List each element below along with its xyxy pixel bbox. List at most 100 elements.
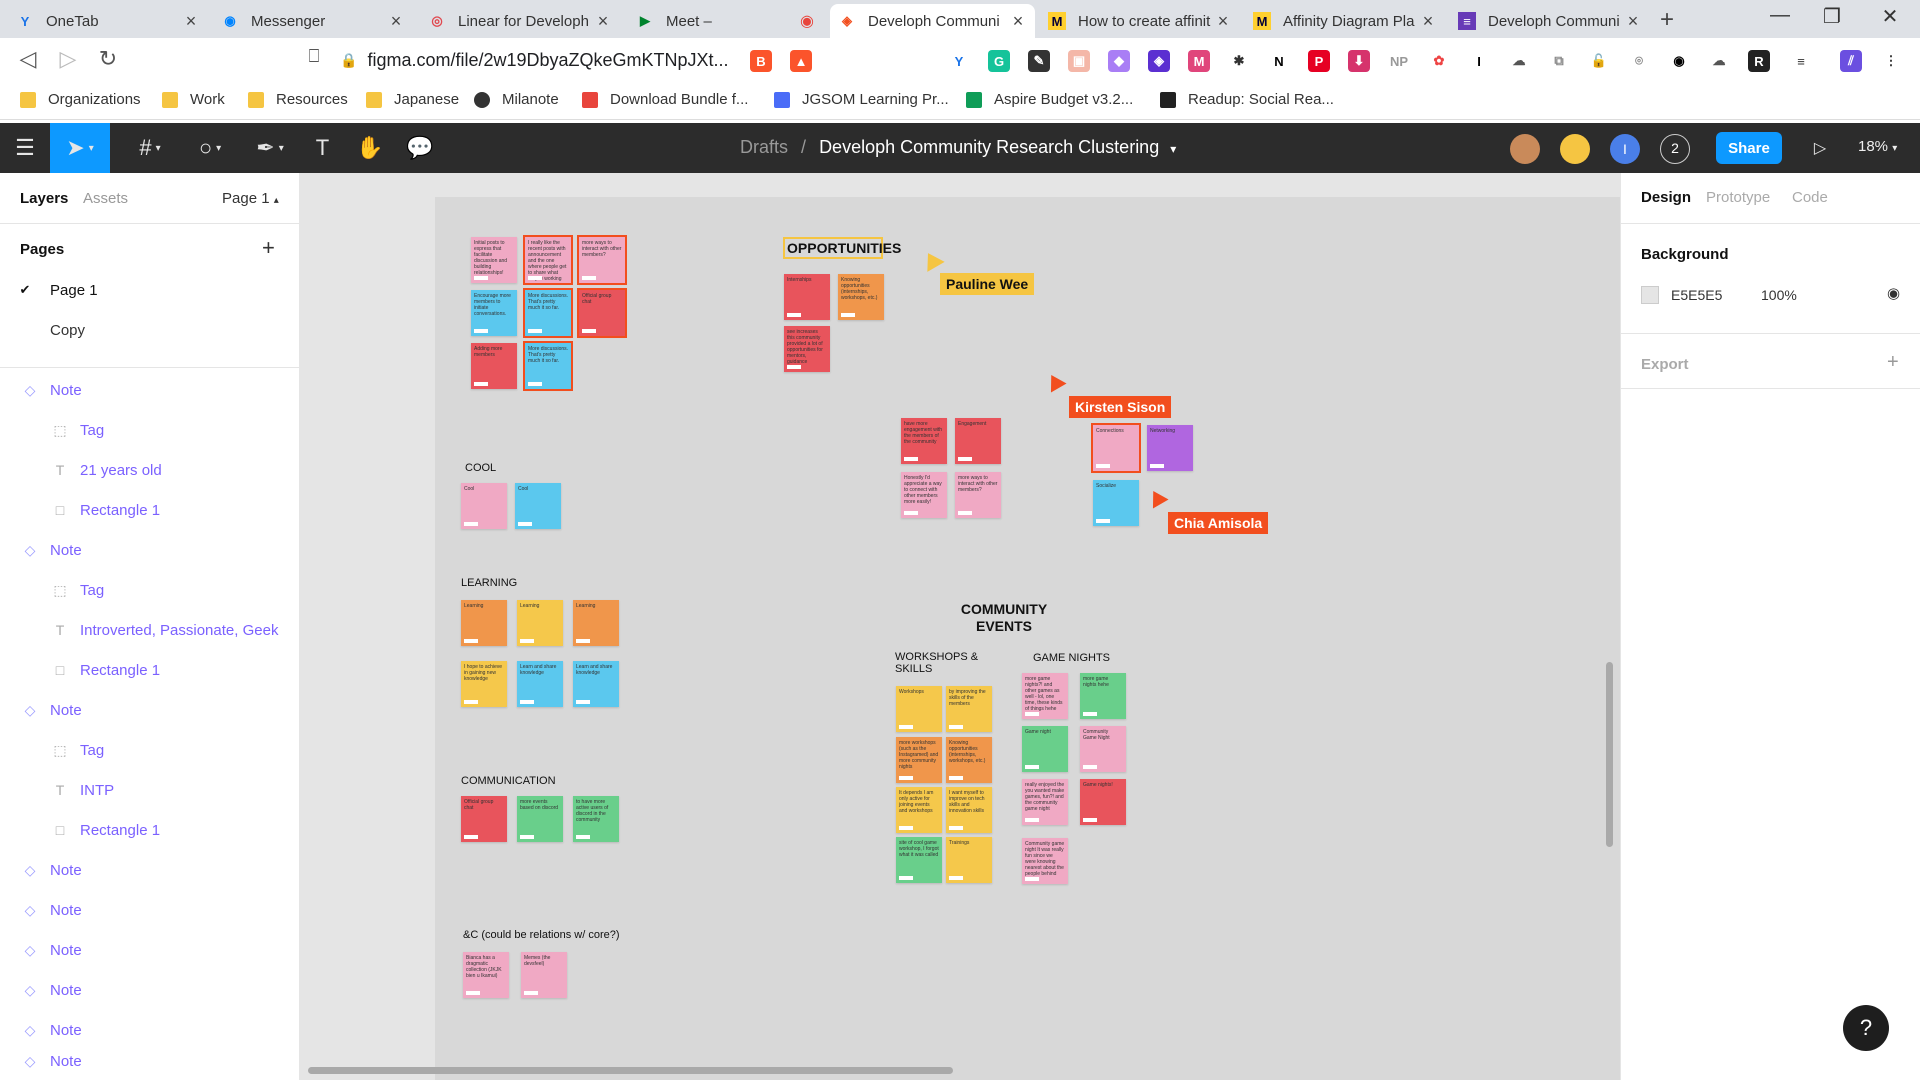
close-icon[interactable]: ×	[594, 11, 612, 32]
pen-tool-icon[interactable]: ✒ ▾	[240, 123, 300, 173]
sticky-note[interactable]: Trainings	[946, 837, 992, 883]
layer-item[interactable]: T Introverted, Passionate, Geek	[0, 610, 300, 650]
sticky-note[interactable]: Knowing opportunities (internships, work…	[838, 274, 884, 320]
layer-item[interactable]: □ Rectangle 1	[0, 650, 300, 690]
page-item[interactable]: ✔ Page 1	[0, 270, 300, 310]
page-item[interactable]: Copy	[0, 310, 300, 350]
extension-cloud2-icon[interactable]: ☁	[1708, 50, 1730, 72]
extension-purple-icon[interactable]: ◆	[1108, 50, 1130, 72]
sticky-note[interactable]: More discussions. That's pretty much it …	[523, 341, 573, 391]
sticky-note[interactable]: have more engagement with the members of…	[901, 418, 947, 464]
sticky-note[interactable]: more game nights hehe	[1080, 673, 1126, 719]
sticky-note[interactable]: Networking	[1147, 425, 1193, 471]
extension-i-icon[interactable]: I	[1468, 50, 1490, 72]
sticky-note[interactable]: to have more active users of discord in …	[573, 796, 619, 842]
sticky-note[interactable]: Adding more members	[471, 343, 517, 389]
bookmark-milanote[interactable]: Milanote	[474, 91, 559, 108]
sticky-note[interactable]: I really like the recent posts with anno…	[523, 235, 573, 285]
tab-linear[interactable]: ◎ Linear for Developh ×	[420, 4, 620, 38]
zoom-selector[interactable]: 18% ▾	[1858, 138, 1897, 155]
extension-star-icon[interactable]: ✱	[1228, 50, 1250, 72]
close-icon[interactable]: ×	[1419, 11, 1437, 32]
layer-item[interactable]: ◇ Note	[0, 1043, 300, 1079]
screenshot-icon[interactable]: ▣	[1068, 50, 1090, 72]
sticky-note[interactable]: see increases this community provided a …	[784, 326, 830, 372]
extension-y-icon[interactable]: Y	[948, 50, 970, 72]
close-icon[interactable]: ×	[182, 11, 200, 32]
background-swatch[interactable]	[1641, 286, 1659, 304]
sticky-note[interactable]: Internships	[784, 274, 830, 320]
avatar[interactable]	[1510, 134, 1540, 164]
sticky-note[interactable]: by improving the skills of the members	[946, 686, 992, 732]
brave-shield-icon[interactable]: B	[750, 50, 772, 72]
present-icon[interactable]: ▷	[1800, 123, 1840, 173]
close-icon[interactable]: ×	[1624, 11, 1642, 32]
layer-item[interactable]: ◇ Note	[0, 690, 300, 730]
tab-forms[interactable]: ≡ Developh Communi ×	[1450, 4, 1650, 38]
file-title[interactable]: Drafts / Developh Community Research Clu…	[740, 137, 1176, 158]
sticky-note[interactable]: More discussions. That's pretty much it …	[523, 288, 573, 338]
cluster-label-learning[interactable]: LEARNING	[461, 577, 517, 589]
back-icon[interactable]: ◁	[14, 46, 42, 72]
eye-icon[interactable]: ◉	[1887, 284, 1900, 302]
sticky-note[interactable]: It depends I am only active for joining …	[896, 787, 942, 833]
sticky-note[interactable]: site of cool game workshop, I forgot wha…	[896, 837, 942, 883]
add-export-icon[interactable]: +	[1887, 351, 1899, 374]
tab-messenger[interactable]: ◉ Messenger ×	[213, 4, 413, 38]
bookmark-resources[interactable]: Resources	[248, 91, 348, 108]
reload-icon[interactable]: ↻	[94, 46, 122, 72]
horizontal-scrollbar[interactable]	[308, 1067, 953, 1074]
sticky-note[interactable]: Engagement	[955, 418, 1001, 464]
sticky-note[interactable]: Cool	[515, 483, 561, 529]
sticky-note[interactable]: more workshops (such as the Instagramed)…	[896, 737, 942, 783]
move-tool-icon[interactable]: ➤ ▾	[50, 123, 110, 173]
background-hex-input[interactable]: E5E5E5	[1671, 287, 1722, 303]
sticky-note[interactable]: more ways to interact with other members…	[955, 472, 1001, 518]
bookmark-aspire[interactable]: Aspire Budget v3.2...	[966, 91, 1133, 108]
sticky-note[interactable]: Game night	[1022, 726, 1068, 772]
add-page-icon[interactable]: +	[262, 235, 275, 261]
sticky-note[interactable]: Connections	[1091, 423, 1141, 473]
sticky-note[interactable]: Cool	[461, 483, 507, 529]
cluster-label-etc[interactable]: &C (could be relations w/ core?)	[463, 929, 620, 941]
cluster-label-communication[interactable]: COMMUNICATION	[461, 775, 556, 787]
sticky-note[interactable]: I hope to achieve in gaining new knowled…	[461, 661, 507, 707]
background-opacity-input[interactable]: 100%	[1761, 287, 1797, 303]
shape-tool-icon[interactable]: ○ ▾	[180, 123, 240, 173]
tab-miro-2[interactable]: M Affinity Diagram Pla ×	[1245, 4, 1445, 38]
tab-meet[interactable]: ▶ Meet – ◉	[628, 4, 828, 38]
sticky-note[interactable]: Learn and share knowledge	[517, 661, 563, 707]
page-selector[interactable]: Page 1 ▴	[222, 190, 279, 207]
bookmark-organizations[interactable]: Organizations	[20, 91, 141, 108]
sticky-note[interactable]: Knowing opportunities (internships, work…	[946, 737, 992, 783]
cluster-label-workshops[interactable]: WORKSHOPS & SKILLS	[895, 651, 1005, 675]
layer-item[interactable]: ◇ Note	[0, 930, 300, 970]
help-button[interactable]: ?	[1843, 1005, 1889, 1051]
close-icon[interactable]: ×	[1009, 11, 1027, 32]
bookmark-jgsom[interactable]: JGSOM Learning Pr...	[774, 91, 949, 108]
tab-assets[interactable]: Assets	[83, 190, 128, 207]
pinterest-icon[interactable]: P	[1308, 50, 1330, 72]
sticky-note[interactable]: I want myself to improve on tech skills …	[946, 787, 992, 833]
bookmark-readup[interactable]: Readup: Social Rea...	[1160, 91, 1334, 108]
layer-item[interactable]: □ Rectangle 1	[0, 810, 300, 850]
url-field[interactable]: 🔒 figma.com/file/2w19DbyaZQkeGmKTNpJXt..…	[340, 44, 740, 76]
cluster-label-community-events[interactable]: COMMUNITY EVENTS	[944, 601, 1064, 635]
bookmark-bundle[interactable]: Download Bundle f...	[582, 91, 748, 108]
sticky-note[interactable]: Socialize	[1093, 480, 1139, 526]
sticky-note[interactable]: Memes (the devsfeel)	[521, 952, 567, 998]
sticky-note[interactable]: Learn and share knowledge	[573, 661, 619, 707]
cluster-label-opportunities[interactable]: OPPORTUNITIES	[783, 237, 901, 259]
vertical-scrollbar[interactable]	[1606, 662, 1613, 847]
share-button[interactable]: Share	[1716, 132, 1782, 164]
pocket-icon[interactable]: ⬇	[1348, 50, 1370, 72]
tab-design[interactable]: Design	[1641, 189, 1691, 206]
bookmark-icon[interactable]: ⎕	[300, 46, 328, 67]
sticky-note[interactable]: more events based on discord	[517, 796, 563, 842]
layer-item[interactable]: T 21 years old	[0, 450, 300, 490]
comment-tool-icon[interactable]: 💬	[395, 123, 445, 173]
extension-np-icon[interactable]: NP	[1388, 50, 1410, 72]
forward-icon[interactable]: ▷	[54, 46, 82, 72]
brave-rewards-icon[interactable]: ▲	[790, 50, 812, 72]
sticky-note[interactable]: Community game night It was really fun s…	[1022, 838, 1068, 884]
